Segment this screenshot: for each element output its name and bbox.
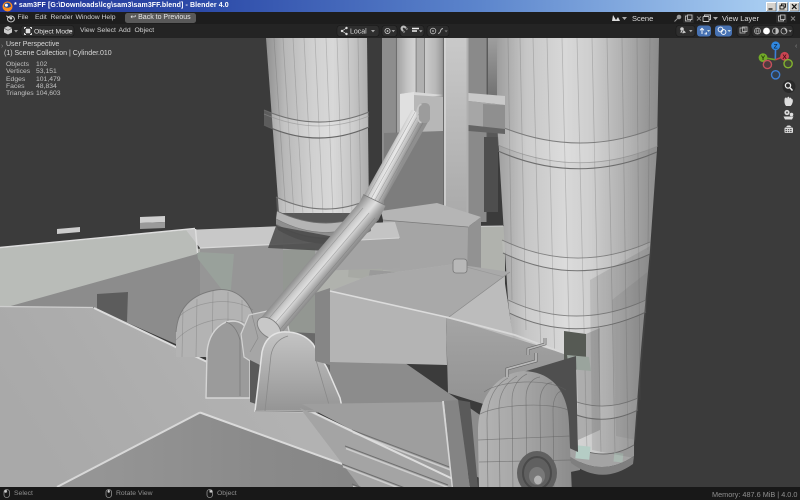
svg-text:Local: Local: [350, 29, 367, 36]
svg-text:View Layer: View Layer: [722, 14, 759, 23]
svg-text:Object Mode: Object Mode: [34, 28, 73, 35]
svg-text:Z: Z: [774, 43, 778, 50]
svg-text:Scene: Scene: [632, 14, 653, 23]
